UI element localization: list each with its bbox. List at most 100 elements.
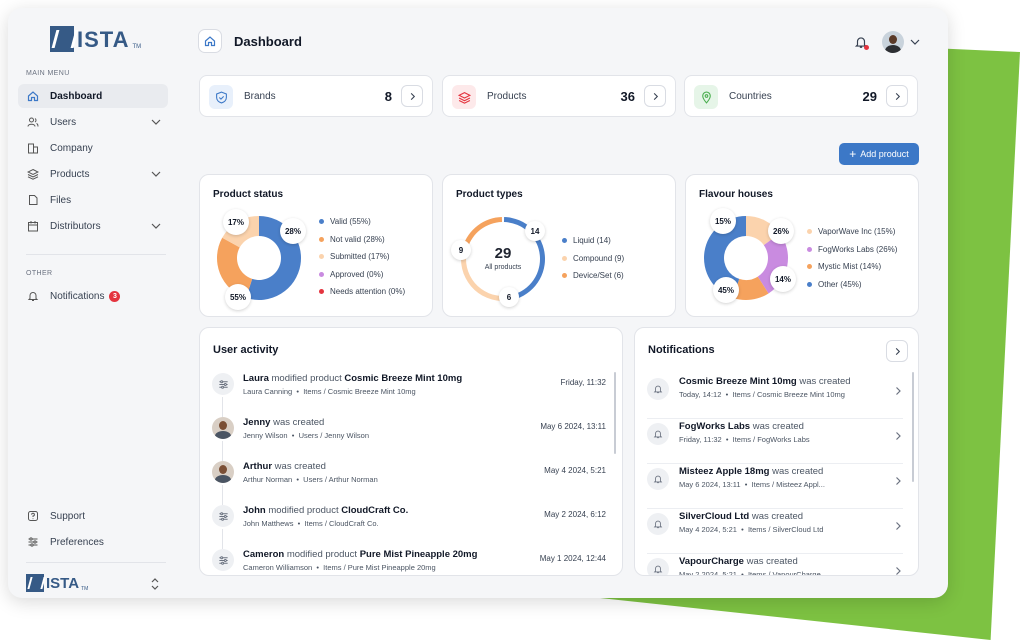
sidebar-item-products[interactable]: Products [18, 162, 168, 186]
legend-item: Other (45%) [807, 276, 897, 294]
bell-icon [647, 513, 669, 535]
legend-label: Approved (0%) [330, 269, 384, 279]
notification-subject: FogWorks Labs [679, 421, 751, 432]
sliders-icon [212, 505, 234, 527]
bell-icon [647, 378, 669, 400]
calendar-icon [26, 219, 40, 233]
activity-target[interactable]: CloudCraft Co. [341, 505, 408, 516]
legend-item: Approved (0%) [319, 266, 405, 284]
activity-path: Items / Pure Mist Pineapple 20mg [323, 563, 436, 572]
sliders-icon [26, 535, 40, 549]
logo-text: ISTA [46, 575, 80, 592]
activity-row[interactable]: Arthur was created Arthur Norman • Users… [212, 461, 606, 505]
chevron-right-icon[interactable] [893, 428, 903, 440]
logo-mark [26, 574, 44, 592]
activity-time: May 1 2024, 12:44 [539, 554, 606, 563]
stat-card-countries[interactable]: Countries 29 [684, 75, 918, 117]
sidebar-item-label: Files [50, 194, 72, 206]
add-product-button[interactable]: + Add product [839, 143, 919, 165]
chevron-right-icon [410, 92, 415, 100]
sidebar-item-support[interactable]: Support [18, 504, 168, 528]
logo-mark [50, 26, 74, 52]
chevron-right-icon[interactable] [893, 383, 903, 395]
home-icon [26, 89, 40, 103]
chevron-down-icon[interactable] [910, 38, 920, 46]
legend-label: Not valid (28%) [330, 234, 385, 244]
sidebar-item-label: Company [50, 142, 93, 154]
stat-label: Brands [244, 91, 276, 102]
map-pin-icon [694, 85, 718, 109]
activity-text: Cameron modified product Pure Mist Pinea… [243, 549, 477, 560]
logo-text: ISTA [77, 27, 130, 52]
users-icon [26, 115, 40, 129]
sidebar-item-distributors[interactable]: Distributors [18, 214, 168, 238]
chevron-right-icon[interactable] [893, 563, 903, 575]
sidebar-item-notifications[interactable]: Notifications 3 [18, 284, 168, 308]
timeline-connector [222, 397, 223, 417]
product-types-card: Product types 29 All products 14 9 6 Liq… [442, 174, 676, 317]
stat-open-button[interactable] [886, 85, 908, 107]
activity-row[interactable]: Laura modified product Cosmic Breeze Min… [212, 373, 606, 417]
shield-icon [209, 85, 233, 109]
home-button[interactable] [198, 29, 222, 53]
chart-legend: VaporWave Inc (15%) FogWorks Labs (26%) … [807, 223, 897, 293]
sidebar-item-company[interactable]: Company [18, 136, 168, 160]
sidebar-item-preferences[interactable]: Preferences [18, 530, 168, 554]
avatar[interactable] [882, 31, 904, 53]
sliders-icon [212, 549, 234, 571]
stat-open-button[interactable] [401, 85, 423, 107]
workspace-switcher-icon[interactable] [149, 577, 161, 591]
stat-open-button[interactable] [644, 85, 666, 107]
notification-row[interactable]: VapourCharge was created May 2 2024, 5:21… [647, 554, 903, 575]
logo[interactable]: ISTA TM [50, 26, 141, 52]
chevron-right-icon[interactable] [893, 518, 903, 530]
sidebar-item-dashboard[interactable]: Dashboard [18, 84, 168, 108]
legend-item: Mystic Mist (14%) [807, 258, 897, 276]
notification-subject: SilverCloud Ltd [679, 511, 750, 522]
home-icon [204, 36, 216, 47]
activity-path: Items / CloudCraft Co. [304, 519, 379, 528]
notification-text: FogWorks Labs was created [679, 421, 804, 432]
footer-logo: ISTA TM [26, 574, 88, 592]
stat-card-brands[interactable]: Brands 8 [199, 75, 433, 117]
activity-path: Users / Jenny Wilson [298, 431, 370, 440]
notification-subject: Misteez Apple 18mg [679, 466, 770, 477]
legend-item: Valid (55%) [319, 213, 405, 231]
legend-label: Valid (55%) [330, 217, 371, 227]
legend-item: Not valid (28%) [319, 231, 405, 249]
legend-label: VaporWave Inc (15%) [818, 227, 896, 237]
user-activity-card: User activity Laura modified product Cos… [199, 327, 623, 576]
activity-row[interactable]: Cameron modified product Pure Mist Pinea… [212, 549, 606, 575]
legend-item: Needs attention (0%) [319, 283, 405, 301]
scrollbar[interactable] [912, 372, 914, 482]
sidebar-item-users[interactable]: Users [18, 110, 168, 134]
sidebar-item-files[interactable]: Files [18, 188, 168, 212]
notification-row[interactable]: Misteez Apple 18mg was created May 6 2024… [647, 464, 903, 509]
notification-row[interactable]: FogWorks Labs was created Friday, 11:32 •… [647, 419, 903, 464]
legend-label: Liquid (14) [573, 236, 611, 246]
activity-row[interactable]: Jenny was created Jenny Wilson • Users /… [212, 417, 606, 461]
stat-card-products[interactable]: Products 36 [442, 75, 676, 117]
chevron-right-icon[interactable] [893, 473, 903, 485]
user-avatar [212, 417, 234, 439]
notification-meta: Today, 14:12 • Items / Cosmic Breeze Min… [679, 390, 845, 399]
activity-text: John modified product CloudCraft Co. [243, 505, 408, 516]
chart-legend: Valid (55%) Not valid (28%) Submitted (1… [319, 213, 405, 301]
notification-subject: VapourCharge [679, 556, 744, 567]
notification-time: May 4 2024, 5:21 [679, 525, 737, 534]
legend-label: Other (45%) [818, 279, 862, 289]
activity-target[interactable]: Cosmic Breeze Mint 10mg [344, 373, 462, 384]
sidebar-item-label: Distributors [50, 220, 101, 232]
activity-row[interactable]: John modified product CloudCraft Co. John… [212, 505, 606, 549]
notifications-open-button[interactable] [886, 340, 908, 362]
scrollbar[interactable] [614, 372, 616, 454]
notification-text: SilverCloud Ltd was created [679, 511, 803, 522]
notification-meta: May 4 2024, 5:21 • Items / SilverCloud L… [679, 525, 824, 534]
notification-meta: May 6 2024, 13:11 • Items / Misteez Appl… [679, 480, 825, 489]
card-title: Product status [213, 189, 284, 200]
notification-row[interactable]: SilverCloud Ltd was created May 4 2024, 5… [647, 509, 903, 554]
activity-target[interactable]: Pure Mist Pineapple 20mg [360, 549, 478, 560]
legend-item: Liquid (14) [562, 232, 624, 250]
notification-row[interactable]: Cosmic Breeze Mint 10mg was created Today… [647, 374, 903, 419]
layers-icon [452, 85, 476, 109]
